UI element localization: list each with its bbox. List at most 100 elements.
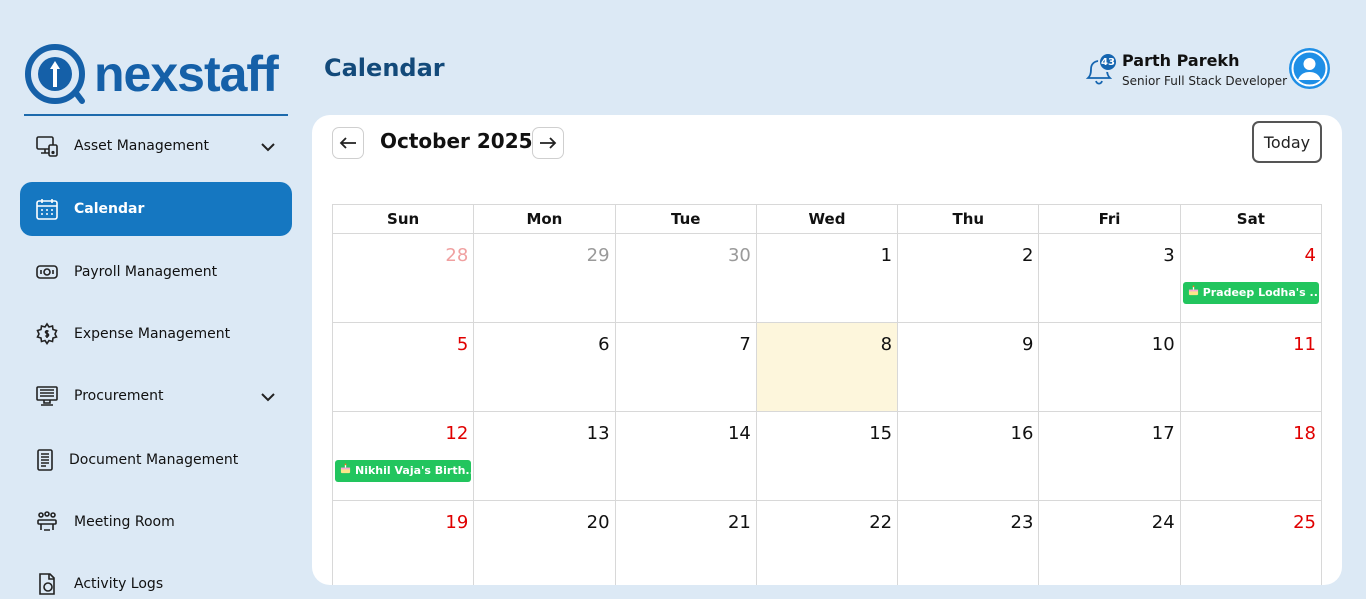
calendar-weeks: 28 29 30 1 2 3 4 Pradeep Lodha's ... 5 6 7 8 9 10 11 12… — [332, 234, 1322, 585]
sidebar-item-payroll-management[interactable]: Payroll Management — [20, 245, 292, 299]
day-number: 23 — [1010, 512, 1034, 533]
sidebar-item-activity-logs[interactable]: Activity Logs — [20, 557, 292, 599]
day-cell[interactable]: 21 — [616, 501, 757, 585]
day-cell[interactable]: 5 — [333, 323, 475, 411]
day-cell[interactable]: 16 — [898, 412, 1040, 500]
sidebar-item-expense-management[interactable]: Expense Management — [20, 307, 292, 361]
day-number: 6 — [598, 334, 610, 355]
day-cell[interactable]: 15 — [757, 412, 899, 500]
day-cell-today[interactable]: 8 — [756, 323, 899, 411]
day-cell[interactable]: 2 — [898, 234, 1040, 322]
day-cell[interactable]: 12 Nikhil Vaja's Birth... — [333, 412, 475, 500]
next-month-button[interactable] — [532, 127, 564, 159]
day-cell[interactable]: 7 — [616, 323, 757, 411]
day-number: 7 — [739, 334, 751, 355]
day-number: 25 — [1293, 512, 1316, 533]
day-cell[interactable]: 24 — [1039, 501, 1181, 585]
user-role: Senior Full Stack Developer — [1122, 74, 1288, 88]
weekday-label: Mon — [474, 205, 616, 233]
calendar-week: 12 Nikhil Vaja's Birth... 13 14 15 16 17 18 — [332, 412, 1322, 501]
day-cell[interactable]: 3 — [1039, 234, 1181, 322]
day-cell[interactable]: 10 — [1039, 323, 1181, 411]
day-cell[interactable]: 22 — [757, 501, 899, 585]
calendar-card: October 2025 Today Sun Mon Tue Wed Thu F… — [312, 115, 1342, 585]
sidebar-item-label: Payroll Management — [74, 264, 218, 280]
notification-count-badge: 43 — [1098, 52, 1118, 72]
sidebar-item-calendar[interactable]: Calendar — [20, 182, 292, 236]
previous-month-button[interactable] — [332, 127, 364, 159]
document-icon — [32, 447, 58, 473]
day-number: 18 — [1293, 423, 1316, 444]
event-title: Pradeep Lodha's ... — [1202, 286, 1319, 299]
day-number: 9 — [1021, 334, 1034, 355]
month-label: October 2025 — [380, 129, 533, 153]
day-cell[interactable]: 14 — [616, 412, 757, 500]
sidebar-item-label: Document Management — [69, 452, 239, 468]
desktop-icon — [34, 383, 60, 409]
day-number: 4 — [1304, 245, 1316, 266]
arrow-left-icon — [339, 137, 356, 149]
weekday-label: Thu — [898, 205, 1040, 233]
sidebar-item-procurement[interactable]: Procurement — [20, 369, 292, 423]
day-cell[interactable]: 6 — [474, 323, 616, 411]
day-cell[interactable]: 11 — [1181, 323, 1321, 411]
money-icon — [34, 259, 60, 285]
avatar[interactable] — [1289, 48, 1330, 89]
sidebar-item-meeting-room[interactable]: Meeting Room — [20, 495, 292, 549]
meeting-icon — [34, 509, 60, 535]
day-number: 28 — [445, 245, 469, 266]
sidebar-item-label: Calendar — [74, 201, 145, 217]
day-cell[interactable]: 30 — [616, 234, 757, 322]
day-number: 21 — [727, 512, 751, 533]
today-button[interactable]: Today — [1252, 121, 1322, 163]
arrow-right-icon — [540, 137, 557, 149]
brand-name: nexstaff — [94, 46, 279, 102]
day-number: 12 — [445, 423, 469, 444]
day-cell[interactable]: 13 — [474, 412, 616, 500]
day-cell[interactable]: 17 — [1039, 412, 1181, 500]
day-cell[interactable]: 28 — [333, 234, 475, 322]
day-number: 14 — [727, 423, 751, 444]
sidebar-item-label: Procurement — [74, 388, 164, 404]
day-number: 13 — [586, 423, 610, 444]
weekday-label: Sat — [1236, 210, 1265, 228]
day-number: 1 — [880, 245, 893, 266]
day-number: 16 — [1010, 423, 1034, 444]
chevron-down-icon[interactable] — [260, 139, 276, 158]
notification-button[interactable]: 43 — [1084, 52, 1118, 88]
day-cell[interactable]: 19 — [333, 501, 475, 585]
day-number: 24 — [1151, 512, 1175, 533]
calendar-grid: Sun Mon Tue Wed Thu Fri Sat 28 29 30 1 2 3 4 Pr… — [332, 204, 1322, 585]
day-cell[interactable]: 9 — [898, 323, 1040, 411]
day-cell[interactable]: 23 — [898, 501, 1040, 585]
calendar-week: 5 6 7 8 9 10 11 — [332, 323, 1322, 412]
weekday-label: Fri — [1039, 205, 1181, 233]
day-cell[interactable]: 20 — [474, 501, 616, 585]
sidebar-item-asset-management[interactable]: Asset Management — [20, 119, 292, 173]
day-number: 3 — [1163, 245, 1175, 266]
gear-dollar-icon — [34, 321, 60, 347]
calendar-event[interactable]: Pradeep Lodha's ... — [1182, 282, 1319, 304]
brand-logo[interactable]: nexstaff — [24, 42, 288, 106]
day-number: 10 — [1151, 334, 1175, 355]
day-number: 20 — [586, 512, 610, 533]
day-number: 2 — [1021, 245, 1034, 266]
day-cell[interactable]: 4 Pradeep Lodha's ... — [1181, 234, 1321, 322]
sidebar-item-document-management[interactable]: Document Management — [20, 433, 292, 487]
day-number: 11 — [1293, 334, 1316, 355]
day-cell[interactable]: 18 — [1181, 412, 1321, 500]
day-cell[interactable]: 25 — [1181, 501, 1321, 585]
weekday-label: Sun — [333, 205, 475, 233]
weekday-label: Wed — [757, 205, 899, 233]
day-number: 8 — [880, 334, 893, 355]
calendar-event[interactable]: Nikhil Vaja's Birth... — [335, 460, 472, 482]
chevron-down-icon[interactable] — [260, 389, 276, 408]
nexstaff-logo-icon — [25, 44, 85, 104]
day-number: 30 — [727, 245, 751, 266]
day-number: 29 — [586, 245, 610, 266]
day-cell[interactable]: 29 — [474, 234, 616, 322]
calendar-week: 19 20 21 22 23 24 25 — [332, 501, 1322, 585]
day-cell[interactable]: 1 — [757, 234, 899, 322]
sidebar-item-label: Asset Management — [74, 138, 209, 154]
calendar-icon — [34, 196, 60, 222]
